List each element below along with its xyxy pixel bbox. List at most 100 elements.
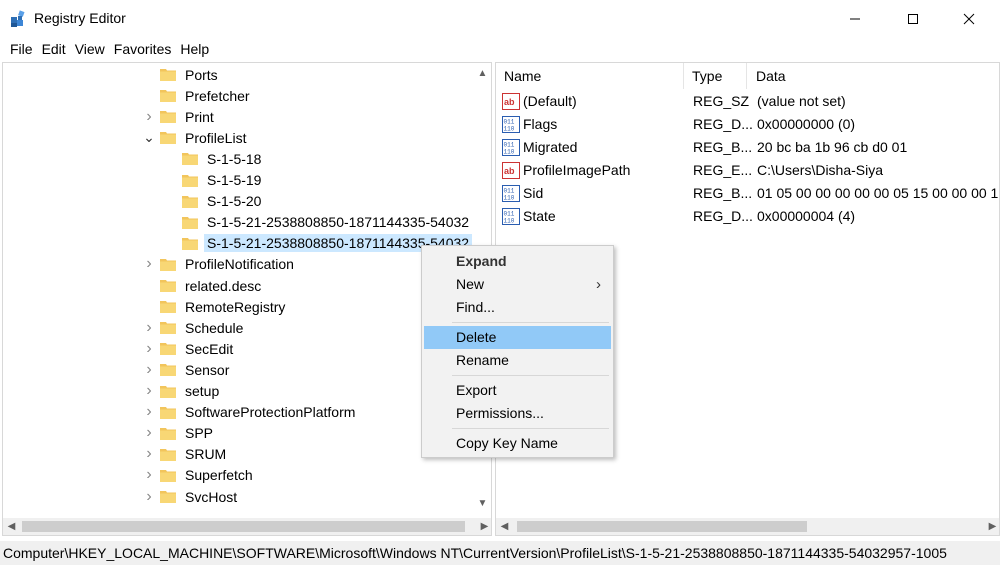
submenu-arrow-icon: › (596, 276, 601, 293)
folder-icon (160, 301, 176, 314)
tree-item[interactable]: › Print (142, 106, 217, 127)
maximize-button[interactable] (890, 0, 936, 38)
key-tree-pane[interactable]: Ports Prefetcher › Print ⌄ ProfileList S-1-5-1… (2, 62, 492, 536)
context-menu-rename[interactable]: Rename (424, 349, 611, 372)
tree-item[interactable]: related.desc (142, 275, 264, 296)
context-menu-expand[interactable]: Expand (424, 250, 611, 273)
tree-item[interactable]: ⌄ ProfileList (142, 127, 249, 148)
context-menu-export[interactable]: Export (424, 379, 611, 402)
context-menu-permissions[interactable]: Permissions... (424, 402, 611, 425)
registry-editor-icon (11, 10, 25, 27)
menu-bar: File Edit View Favorites Help (0, 38, 1000, 60)
value-row[interactable]: 011 110 Flags REG_D... 0x00000000 (0) (496, 113, 999, 136)
tree-item[interactable]: › Sensor (142, 359, 232, 380)
scroll-right-arrow-icon[interactable]: ▶ (476, 518, 491, 535)
title-bar: Registry Editor (0, 0, 1000, 38)
column-header-name[interactable]: Name (496, 63, 684, 89)
expand-arrow-icon[interactable]: › (142, 444, 156, 465)
scroll-up-arrow-icon[interactable]: ▲ (474, 65, 491, 82)
context-menu-find[interactable]: Find... (424, 296, 611, 319)
tree-item[interactable]: S-1-5-21-2538808850-1871144335-54032 (164, 212, 472, 233)
tree-item[interactable]: › Schedule (142, 317, 246, 338)
menu-file[interactable]: File (6, 39, 37, 59)
tree-item[interactable]: › SoftwareProtectionPlatform (142, 402, 358, 423)
tree-item[interactable]: › SPP (142, 423, 216, 444)
tree-item[interactable]: › SecEdit (142, 338, 236, 359)
tree-item[interactable]: S-1-5-20 (164, 191, 264, 212)
tree-item[interactable]: Prefetcher (142, 85, 253, 106)
folder-icon (160, 427, 176, 440)
scroll-left-arrow-icon[interactable]: ◀ (496, 518, 513, 535)
expand-arrow-icon[interactable]: › (142, 106, 156, 127)
value-data: (value not set) (757, 93, 846, 109)
menu-edit[interactable]: Edit (38, 39, 70, 59)
values-horizontal-scroll-thumb[interactable] (517, 521, 807, 532)
value-row[interactable]: ab ProfileImagePath REG_E... C:\Users\Disha… (496, 159, 999, 182)
expand-arrow-icon[interactable]: › (142, 402, 156, 423)
tree-item[interactable]: › SvcHost (142, 486, 240, 507)
value-type: REG_B... (693, 185, 753, 201)
context-menu-label: Delete (456, 329, 497, 345)
close-icon (963, 13, 975, 25)
minimize-icon (850, 18, 860, 20)
expand-arrow-icon[interactable]: › (142, 254, 156, 275)
tree-item-label: SPP (185, 425, 214, 442)
value-data: 01 05 00 00 00 00 00 05 15 00 00 00 12 (757, 185, 1000, 201)
scroll-down-arrow-icon[interactable]: ▼ (474, 495, 491, 512)
tree-item-label: SoftwareProtectionPlatform (185, 404, 356, 421)
context-menu-label: Rename (456, 352, 509, 368)
column-header-data[interactable]: Data (747, 63, 999, 89)
tree-item[interactable]: › SRUM (142, 444, 229, 465)
expand-arrow-icon[interactable]: › (142, 338, 156, 359)
value-type: REG_B... (693, 139, 753, 155)
svg-text:011: 011 (504, 142, 515, 149)
collapse-arrow-icon[interactable]: ⌄ (142, 127, 156, 148)
minimize-button[interactable] (832, 0, 878, 38)
context-menu-label: Permissions... (456, 405, 544, 421)
folder-icon (182, 216, 198, 229)
context-menu-new[interactable]: New › (424, 273, 611, 296)
folder-icon (160, 90, 176, 103)
tree-item-label: ProfileList (185, 129, 247, 146)
close-button[interactable] (946, 0, 992, 38)
tree-item[interactable]: S-1-5-18 (164, 148, 264, 169)
expand-arrow-icon[interactable]: › (142, 423, 156, 444)
context-menu-copy-key-name[interactable]: Copy Key Name (424, 432, 611, 455)
tree-item-label: Superfetch (185, 467, 253, 484)
tree-item[interactable]: S-1-5-19 (164, 170, 264, 191)
tree-item[interactable]: › Superfetch (142, 465, 256, 486)
expand-arrow-icon[interactable]: › (142, 359, 156, 380)
menu-favorites[interactable]: Favorites (110, 39, 176, 59)
tree-item[interactable]: Ports (142, 64, 221, 85)
tree-item[interactable]: › setup (142, 381, 222, 402)
expand-arrow-icon[interactable]: › (142, 381, 156, 402)
context-menu-delete[interactable]: Delete (424, 326, 611, 349)
expand-arrow-icon[interactable]: › (142, 317, 156, 338)
menu-help[interactable]: Help (176, 39, 213, 59)
tree-horizontal-scrollbar[interactable]: ◀ ▶ (3, 518, 491, 535)
menu-view[interactable]: View (71, 39, 109, 59)
scroll-right-arrow-icon[interactable]: ▶ (984, 518, 999, 535)
folder-icon (182, 237, 198, 250)
value-row[interactable]: 011 110 State REG_D... 0x00000004 (4) (496, 205, 999, 228)
folder-icon (160, 69, 176, 81)
tree-horizontal-scroll-thumb[interactable] (22, 521, 465, 532)
scroll-left-arrow-icon[interactable]: ◀ (3, 518, 20, 535)
tree-item-label: Ports (185, 66, 218, 83)
tree-item[interactable]: RemoteRegistry (142, 296, 288, 317)
expand-arrow-icon[interactable]: › (142, 486, 156, 507)
expand-arrow-icon[interactable]: › (142, 465, 156, 486)
value-row[interactable]: ab (Default) REG_SZ (value not set) (496, 90, 999, 113)
value-row[interactable]: 011 110 Migrated REG_B... 20 bc ba 1b 96 cb … (496, 136, 999, 159)
tree-item[interactable]: › ProfileNotification (142, 254, 297, 275)
column-header-type[interactable]: Type (684, 63, 747, 89)
svg-text:110: 110 (504, 126, 515, 133)
values-horizontal-scrollbar[interactable]: ◀ ▶ (496, 518, 999, 535)
value-row[interactable]: 011 110 Sid REG_B... 01 05 00 00 00 00 00 05… (496, 182, 1000, 205)
tree-item-label: Prefetcher (185, 87, 250, 104)
